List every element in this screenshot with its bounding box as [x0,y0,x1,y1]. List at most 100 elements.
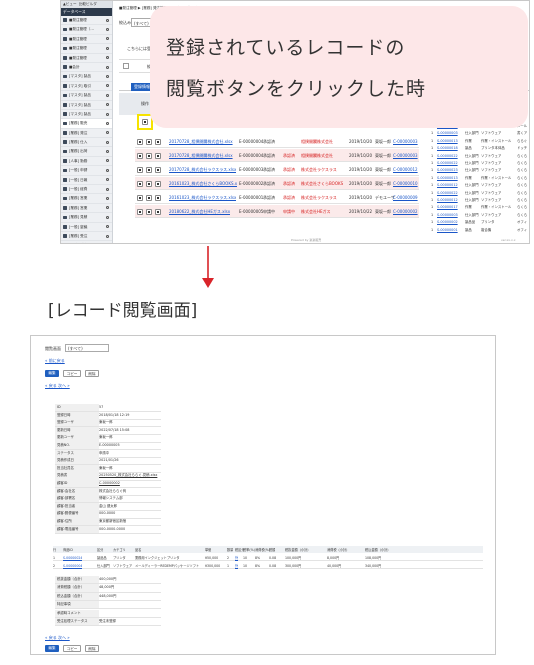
sidebar-item[interactable]: [業務] 仕入 [61,138,112,148]
edit-icon[interactable] [146,152,152,159]
search-icon[interactable] [106,84,109,88]
search-icon[interactable] [106,74,109,78]
product-id[interactable]: S-00000012 [437,197,458,203]
product-id[interactable]: S-00000004 [63,563,82,569]
search-icon[interactable] [106,206,109,210]
file-link[interactable]: 20180622_株式会社HEガス.xlsx [169,209,230,215]
search-icon[interactable] [106,46,109,50]
sidebar-item[interactable]: [マスタ] 製品 [61,110,112,120]
search-icon[interactable] [106,234,109,238]
search-icon[interactable] [106,37,109,41]
sidebar-item[interactable]: [業務] 発注 [61,129,112,139]
sidebar-item[interactable]: [業務] 受注 [61,232,112,242]
product-id[interactable]: S-00000018 [437,145,458,151]
search-icon[interactable] [106,225,109,229]
customer-id[interactable]: C-00000009 [393,195,418,201]
product-id[interactable]: S-00000013 [437,138,458,144]
edit-button[interactable]: 編集 [45,370,59,377]
search-icon[interactable] [106,215,109,219]
sidebar-item[interactable]: ■発注管理 [61,35,112,45]
sidebar-item[interactable]: [人事] 勤務 [61,157,112,167]
edit-button-bottom[interactable]: 編集 [45,645,59,652]
file-link[interactable]: 20170728_相撲開闢株式会社.xlsx [169,153,233,159]
sidebar-item[interactable]: [一般] 稟議 [61,223,112,232]
sidebar-item[interactable]: [一般] 申請 [61,166,112,176]
product-id[interactable]: S-00000003 [437,212,458,218]
customer-id[interactable]: C-00000003 [393,153,418,159]
search-icon[interactable] [106,168,109,172]
customer-id[interactable]: C-00000003 [393,139,418,145]
product-id[interactable]: S-00000003 [437,130,458,136]
customer-id[interactable]: C-00000002 [393,209,418,215]
view-icon[interactable] [137,194,143,201]
search-icon[interactable] [106,56,109,60]
search-icon[interactable] [106,93,109,97]
customer-id[interactable]: C-00000010 [393,181,418,187]
filter-checkbox[interactable] [123,63,129,69]
sidebar-item[interactable]: [マスタ] 製品 [61,91,112,101]
search-icon[interactable] [106,131,109,135]
view-icon[interactable] [142,119,148,125]
search-icon[interactable] [106,187,109,191]
sidebar-item[interactable]: ■発注管理（… [61,25,112,35]
file-link[interactable]: 20170728_相撲開闢株式会社.xlsx [169,139,233,145]
sidebar-item[interactable]: ■発注管理 [61,16,112,26]
delete-icon[interactable] [155,208,161,215]
delete-icon[interactable] [155,194,161,201]
sidebar-item[interactable]: ■会計 [61,63,112,73]
search-icon[interactable] [106,27,109,31]
sidebar-item[interactable]: [業務] 販売 [61,119,112,129]
edit-icon[interactable] [146,166,152,173]
search-icon[interactable] [106,150,109,154]
edit-icon[interactable] [146,208,152,215]
sidebar-item[interactable]: [業務] 見積 [61,213,112,223]
search-icon[interactable] [106,121,109,125]
product-id[interactable]: S-00000002 [437,219,458,225]
sidebar-item[interactable]: ■発注管理 [61,54,112,63]
edit-icon[interactable] [146,180,152,187]
view-icon[interactable] [137,166,143,173]
product-id[interactable]: S-00000017 [437,204,458,210]
search-icon[interactable] [106,103,109,107]
view-icon[interactable] [137,180,143,187]
edit-icon[interactable] [146,138,152,145]
sidebar-item[interactable]: [マスタ] 取引 [61,82,112,92]
search-icon[interactable] [106,18,109,22]
search-icon[interactable] [106,140,109,144]
display-select[interactable]: (すべて) [65,344,109,352]
nav-prev-next-bottom[interactable]: « 戻る 次へ » [45,635,70,641]
sidebar-item[interactable]: ■発注管理 [61,44,112,54]
product-id[interactable]: S-00000012 [437,182,458,188]
product-id[interactable]: S-00000022 [437,190,458,196]
view-icon[interactable] [137,208,143,215]
product-id[interactable]: S-00000022 [437,160,458,166]
view-icon[interactable] [137,152,143,159]
product-id[interactable]: S-00000023 [437,167,458,173]
file-link[interactable]: 20170728_株式会社ラクスラス.xlsx [169,167,236,173]
sidebar-item[interactable]: [業務] 出荷 [61,147,112,157]
copy-button-bottom[interactable]: コピー [63,645,81,652]
view-icon[interactable] [137,138,143,145]
edit-icon[interactable] [146,194,152,201]
field-value[interactable]: 20250520_株式会社ららぐ.見積.xlsx [99,472,161,479]
sidebar-item[interactable]: [業務] 営業 [61,194,112,204]
product-id[interactable]: S-00000001 [437,227,458,233]
delete-button[interactable]: 削除 [85,370,99,377]
copy-button[interactable]: コピー [63,370,81,377]
file-link[interactable]: 20161023_株式会社ラクスラス.xlsx [169,195,236,201]
search-icon[interactable] [106,178,109,182]
delete-icon[interactable] [155,152,161,159]
field-value[interactable]: C-00000002 [99,480,161,487]
back-link[interactable]: « 前に戻る [45,358,65,364]
customer-id[interactable]: C-00000012 [393,167,418,173]
sidebar-header-tabs[interactable]: ▲ビュー 比較ビルダ [61,1,112,8]
sidebar-item[interactable]: [マスタ] 製品 [61,101,112,110]
product-id[interactable]: S-00000024 [63,555,82,561]
search-icon[interactable] [106,65,109,69]
sidebar-tab-view[interactable]: ▲ビュー [63,2,77,6]
search-icon[interactable] [106,112,109,116]
sidebar-item[interactable]: [一般] 日報 [61,176,112,186]
sidebar-item[interactable]: [業務] 受注 [61,241,112,243]
nav-prev-next[interactable]: « 戻る 次へ » [45,383,70,389]
sidebar-item[interactable]: [業務] 営業 [61,204,112,214]
